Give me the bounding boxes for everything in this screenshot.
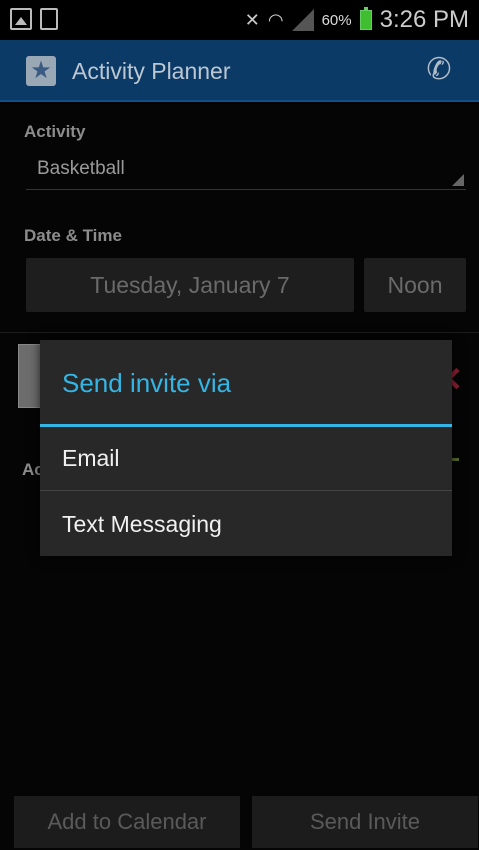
- datetime-label: Date & Time: [24, 226, 122, 245]
- action-bar: ★ Activity Planner ✆: [0, 40, 479, 102]
- clock: 3:26 PM: [379, 6, 469, 33]
- date-button[interactable]: Tuesday, January 7: [26, 258, 354, 312]
- dropdown-corner-icon: [452, 174, 464, 186]
- activity-spinner[interactable]: Basketball: [26, 154, 466, 190]
- signal-icon: [291, 9, 314, 31]
- divider: [0, 332, 479, 333]
- storage-icon: [40, 8, 58, 30]
- mute-icon: ✕: [244, 9, 260, 30]
- activity-label: Activity: [24, 122, 86, 141]
- time-button[interactable]: Noon: [364, 258, 466, 312]
- status-system: ✕ ◠ 60% 3:26 PM: [245, 4, 469, 36]
- dialog-title: Send invite via: [62, 368, 232, 398]
- add-contact-icon[interactable]: [451, 458, 459, 461]
- send-invite-dialog: Send invite via Email Text Messaging: [40, 340, 452, 556]
- app-title: Activity Planner: [72, 58, 231, 84]
- phone-icon[interactable]: ✆: [421, 52, 457, 88]
- battery-icon: [359, 7, 372, 30]
- option-text-messaging[interactable]: Text Messaging: [40, 492, 452, 556]
- status-notifications: [10, 8, 58, 30]
- activity-value: Basketball: [37, 158, 125, 179]
- star-icon[interactable]: ★: [26, 56, 56, 86]
- battery-percent: 60%: [321, 11, 352, 29]
- add-to-calendar-button[interactable]: Add to Calendar: [14, 796, 240, 848]
- image-icon: [10, 8, 32, 30]
- wifi-icon: ◠: [267, 9, 284, 30]
- option-email[interactable]: Email: [40, 427, 452, 491]
- status-bar: ✕ ◠ 60% 3:26 PM: [0, 0, 479, 40]
- send-invite-button[interactable]: Send Invite: [252, 796, 478, 848]
